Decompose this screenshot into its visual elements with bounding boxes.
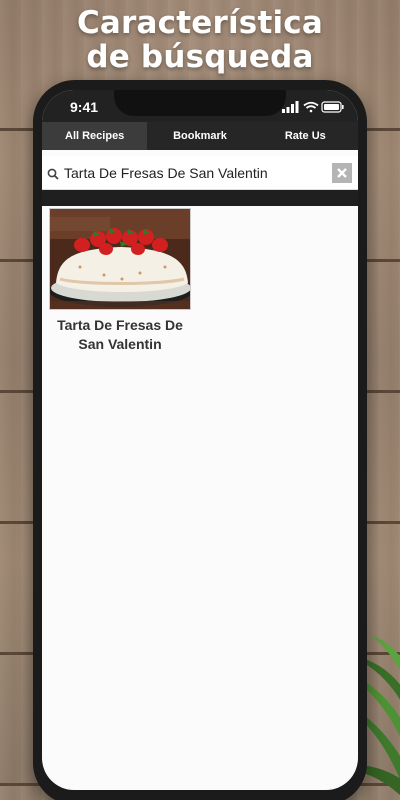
- status-time: 9:41: [70, 99, 99, 115]
- recipe-card[interactable]: Tarta De Fresas De San Valentin: [46, 206, 194, 366]
- promo-headline: Característica de búsqueda: [0, 6, 400, 74]
- tab-bar: All Recipes Bookmark Rate Us: [42, 122, 358, 150]
- search-input[interactable]: [64, 160, 326, 186]
- wifi-icon: [303, 101, 319, 113]
- promo-headline-line1: Característica: [76, 5, 323, 41]
- notch: [114, 90, 286, 116]
- status-bar: 9:41: [42, 90, 358, 122]
- search-icon: [47, 167, 59, 185]
- recipe-title: Tarta De Fresas De San Valentin: [57, 317, 183, 352]
- status-icons: [282, 100, 344, 113]
- tab-rate-us[interactable]: Rate Us: [253, 122, 358, 150]
- search-bar: [42, 156, 358, 190]
- recipe-thumbnail: [49, 208, 191, 310]
- phone-screen: 9:41 All Recipes Bookmark Rate Us Tarta …: [42, 90, 358, 790]
- tab-bookmark[interactable]: Bookmark: [147, 122, 252, 150]
- signal-icon: [282, 101, 299, 113]
- tab-all-recipes[interactable]: All Recipes: [42, 122, 148, 150]
- clear-search-button[interactable]: [332, 163, 352, 183]
- promo-headline-line2: de búsqueda: [86, 39, 314, 75]
- header-divider: [42, 190, 358, 206]
- battery-icon: [321, 101, 344, 113]
- close-icon: [337, 168, 347, 178]
